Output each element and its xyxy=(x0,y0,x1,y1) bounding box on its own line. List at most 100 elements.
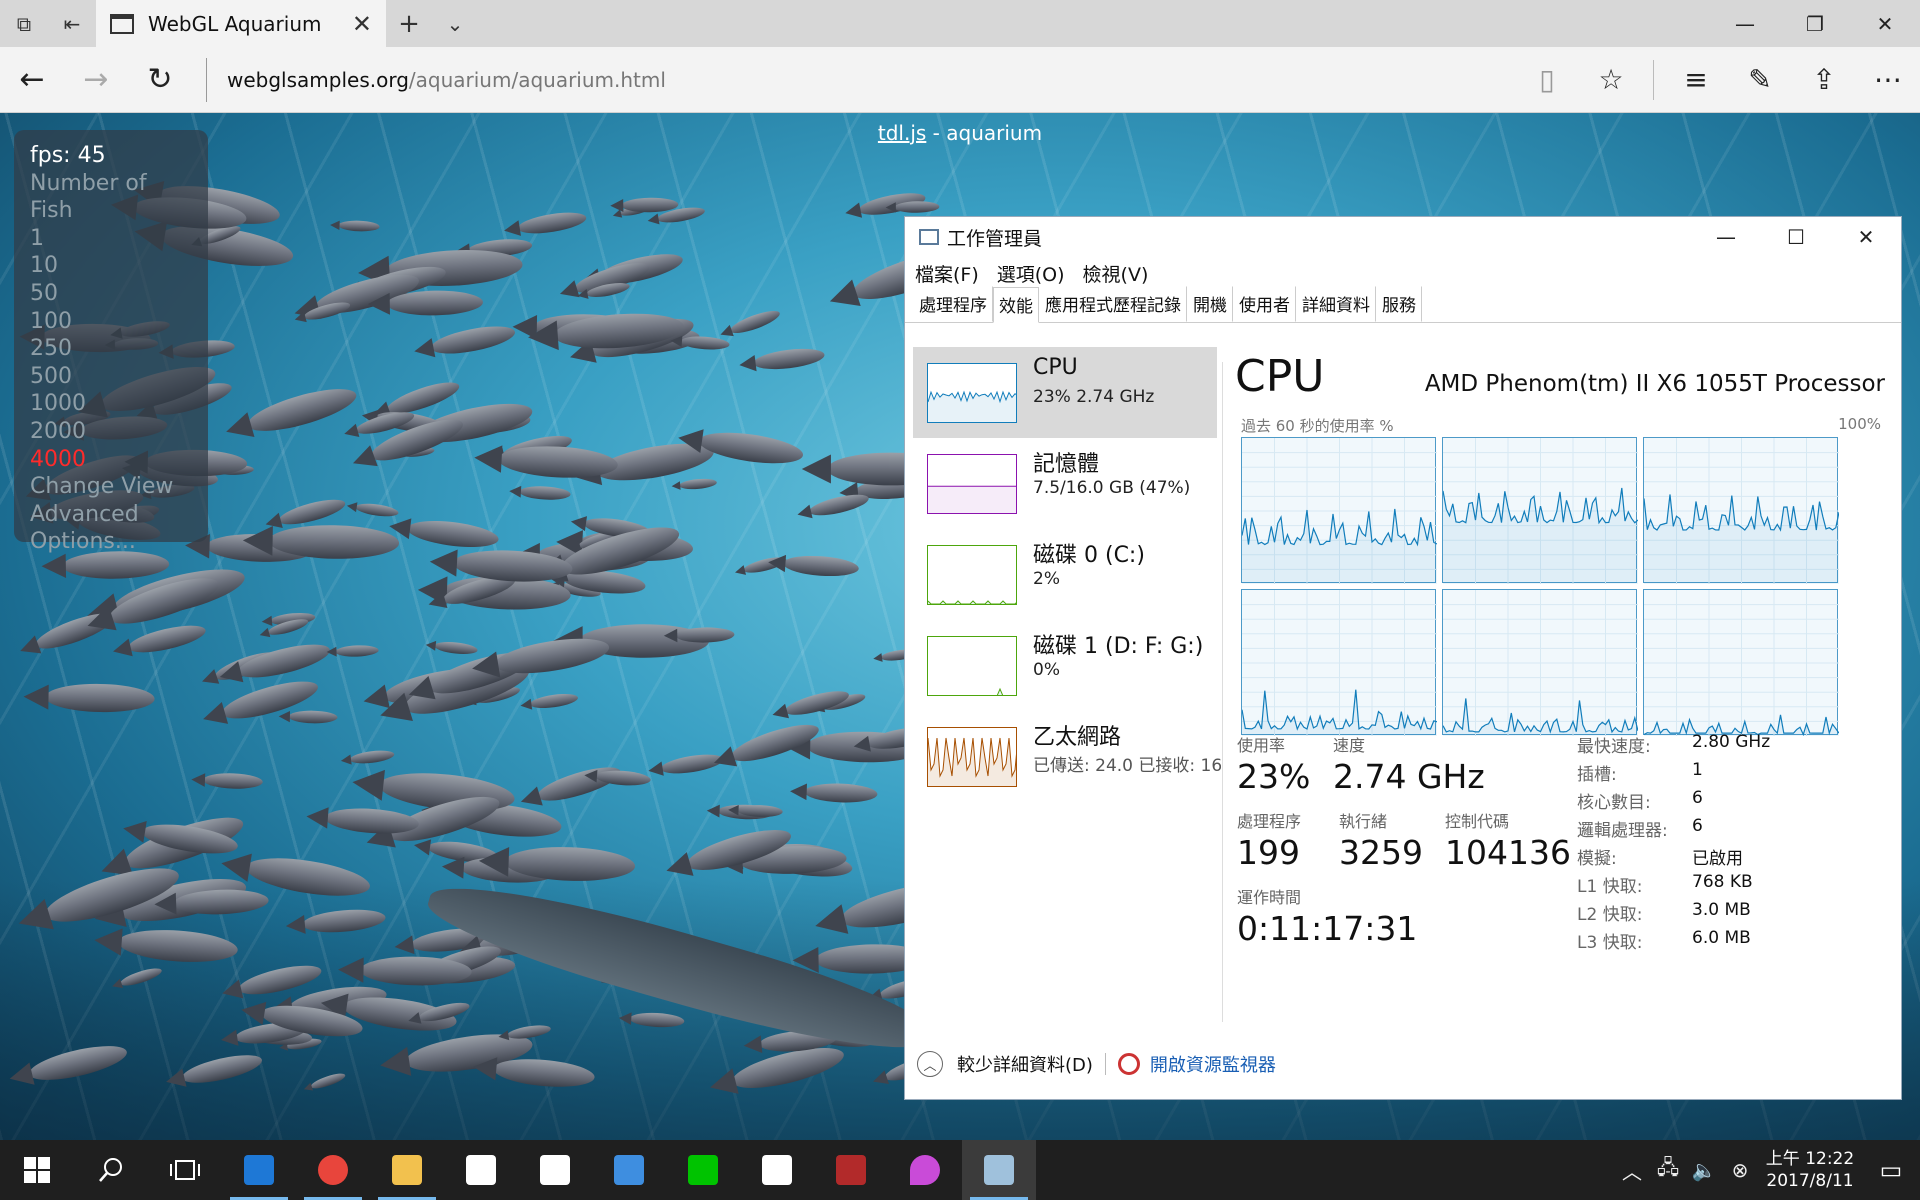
more-icon[interactable]: ⋯ xyxy=(1856,63,1920,96)
tab-details[interactable]: 詳細資料 xyxy=(1296,286,1376,322)
input-method-icon[interactable]: ⊗ xyxy=(1722,1158,1758,1182)
taskbar-app-line[interactable] xyxy=(666,1140,740,1200)
address-bar[interactable]: webglsamples.org/aquarium/aquarium.html xyxy=(206,57,1476,102)
tm-footer: ︿ 較少詳細資料(D) 開啟資源監視器 xyxy=(917,1051,1276,1077)
tm-maximize-button[interactable]: ☐ xyxy=(1761,225,1831,249)
share-icon[interactable]: ⇪ xyxy=(1792,63,1856,96)
clock[interactable]: 上午 12:22 2017/8/11 xyxy=(1758,1148,1862,1192)
options-link[interactable]: Options... xyxy=(30,528,192,556)
action-center-icon[interactable]: ▭ xyxy=(1862,1156,1920,1184)
resource-item-cpu[interactable]: CPU 23% 2.74 GHz xyxy=(913,347,1217,438)
resource-thumbnail-disk1 xyxy=(927,636,1017,696)
new-tab-button[interactable]: + xyxy=(386,0,432,47)
resource-item-memory[interactable]: 記憶體 7.5/16.0 GB (47%) xyxy=(913,438,1217,529)
set-tabs-aside-icon[interactable]: ⇤ xyxy=(48,0,96,47)
resource-value: 23% 2.74 GHz xyxy=(1033,387,1155,407)
taskbar-app-calculator[interactable] xyxy=(740,1140,814,1200)
taskbar-app-feedback[interactable] xyxy=(592,1140,666,1200)
taskbar-app-chrome[interactable] xyxy=(296,1140,370,1200)
tab-webgl-aquarium[interactable]: WebGL Aquarium ✕ xyxy=(96,0,386,47)
show-hidden-icons-icon[interactable]: ︿ xyxy=(1614,1156,1650,1185)
tab-users[interactable]: 使用者 xyxy=(1233,286,1296,322)
open-resource-monitor-link[interactable]: 開啟資源監視器 xyxy=(1150,1051,1276,1077)
fish-option-50[interactable]: 50 xyxy=(30,280,192,308)
threads-value: 3259 xyxy=(1339,833,1423,872)
page-icon xyxy=(110,13,134,34)
spec-value: 6.0 MB xyxy=(1692,928,1751,948)
fish-count-panel: fps: 45 Number of Fish 1 10 50 100 250 500 100… xyxy=(14,130,208,554)
taskbar-app-ninja[interactable] xyxy=(814,1140,888,1200)
spec-value: 6 xyxy=(1692,788,1703,808)
taskbar-app-task-manager[interactable] xyxy=(962,1140,1036,1200)
resource-item-disk0[interactable]: 磁碟 0 (C:) 2% xyxy=(913,529,1217,620)
fish-option-1000[interactable]: 1000 xyxy=(30,390,192,418)
fish-option-10[interactable]: 10 xyxy=(30,252,192,280)
chevron-up-icon[interactable]: ︿ xyxy=(917,1051,943,1077)
spec-key: L3 快取: xyxy=(1577,933,1643,953)
restore-button[interactable]: ❐ xyxy=(1780,0,1850,47)
taskbar: ︿ 🖧 🔈 ⊗ 上午 12:22 2017/8/11 ▭ xyxy=(0,1140,1920,1200)
resource-name: 乙太網路 xyxy=(1033,725,1122,750)
reading-view-icon[interactable]: ▯ xyxy=(1515,63,1579,96)
volume-icon[interactable]: 🔈 xyxy=(1686,1158,1722,1182)
cpu-header: CPU AMD Phenom(tm) II X6 1055T Processor xyxy=(1235,347,1885,407)
fish-option-100[interactable]: 100 xyxy=(30,308,192,336)
fewer-details-link[interactable]: 較少詳細資料(D) xyxy=(957,1051,1093,1077)
start-button[interactable] xyxy=(0,1140,74,1200)
fish-option-1[interactable]: 1 xyxy=(30,225,192,253)
spec-row: 核心數目: 6 xyxy=(1577,788,1897,816)
divider xyxy=(1104,1053,1106,1075)
chrome-icon xyxy=(318,1155,348,1185)
spec-row: 模擬: 已啟用 xyxy=(1577,844,1897,872)
fish xyxy=(894,200,940,213)
resource-name: 記憶體 xyxy=(1033,452,1100,477)
task-view-button[interactable] xyxy=(148,1140,222,1200)
change-view-link[interactable]: Change View xyxy=(30,473,192,501)
tdl-link[interactable]: tdl.js xyxy=(878,121,926,145)
fish-option-250[interactable]: 250 xyxy=(30,335,192,363)
cpu-core-graph-0 xyxy=(1241,437,1437,584)
search-button[interactable] xyxy=(74,1140,148,1200)
tab-services[interactable]: 服務 xyxy=(1376,286,1422,322)
graph-caption-text: 過去 60 秒的使用率 % xyxy=(1241,417,1394,435)
hub-icon[interactable]: ≡ xyxy=(1664,63,1728,96)
usage-value: 23% xyxy=(1237,757,1311,796)
taskbar-app-mail[interactable] xyxy=(518,1140,592,1200)
minimize-button[interactable]: — xyxy=(1710,0,1780,47)
refresh-button[interactable]: ↻ xyxy=(128,47,192,113)
stat-handles: 控制代碼 104136 xyxy=(1445,808,1571,872)
taskbar-app-edge[interactable] xyxy=(222,1140,296,1200)
spec-row: 邏輯處理器: 6 xyxy=(1577,816,1897,844)
ninja-icon xyxy=(836,1155,866,1185)
spec-key: 邏輯處理器: xyxy=(1577,821,1668,841)
system-tray: ︿ 🖧 🔈 ⊗ 上午 12:22 2017/8/11 ▭ xyxy=(1614,1140,1920,1200)
forward-button[interactable]: → xyxy=(64,47,128,113)
stat-usage: 使用率 23% xyxy=(1237,732,1310,796)
close-window-button[interactable]: ✕ xyxy=(1850,0,1920,47)
favorite-star-icon[interactable]: ☆ xyxy=(1579,63,1643,96)
fish-option-500[interactable]: 500 xyxy=(30,363,192,391)
advanced-link[interactable]: Advanced xyxy=(30,501,192,529)
fish-option-4000[interactable]: 4000 xyxy=(30,446,192,474)
url-path: /aquarium/aquarium.html xyxy=(408,67,666,92)
network-icon[interactable]: 🖧 xyxy=(1650,1153,1686,1187)
task-view-icon xyxy=(170,1160,200,1180)
pane-divider[interactable] xyxy=(1222,362,1223,1022)
tab-manager-icon[interactable]: ⧉ xyxy=(0,0,48,47)
resource-list: CPU 23% 2.74 GHz 記憶體 7.5/16.0 GB (47%) 磁碟 0 … xyxy=(913,347,1221,802)
tm-close-button[interactable]: ✕ xyxy=(1831,225,1901,249)
web-note-icon[interactable]: ✎ xyxy=(1728,63,1792,96)
taskbar-app-store[interactable] xyxy=(444,1140,518,1200)
stat-uptime: 運作時間 0:11:17:31 xyxy=(1237,884,1417,948)
fish-option-2000[interactable]: 2000 xyxy=(30,418,192,446)
back-button[interactable]: ← xyxy=(0,47,64,113)
close-tab-icon[interactable]: ✕ xyxy=(352,10,372,38)
taskbar-app-maps[interactable] xyxy=(888,1140,962,1200)
tab-preview-chevron-icon[interactable]: ⌄ xyxy=(432,0,478,47)
resource-item-ethernet[interactable]: 乙太網路 已傳送: 24.0 已接收: 16 xyxy=(913,711,1221,802)
tm-minimize-button[interactable]: — xyxy=(1691,225,1761,249)
taskbar-app-file-explorer[interactable] xyxy=(370,1140,444,1200)
spec-row: L2 快取: 3.0 MB xyxy=(1577,900,1897,928)
edge-icon xyxy=(244,1155,274,1185)
resource-item-disk1[interactable]: 磁碟 1 (D: F: G:) 0% xyxy=(913,620,1217,711)
